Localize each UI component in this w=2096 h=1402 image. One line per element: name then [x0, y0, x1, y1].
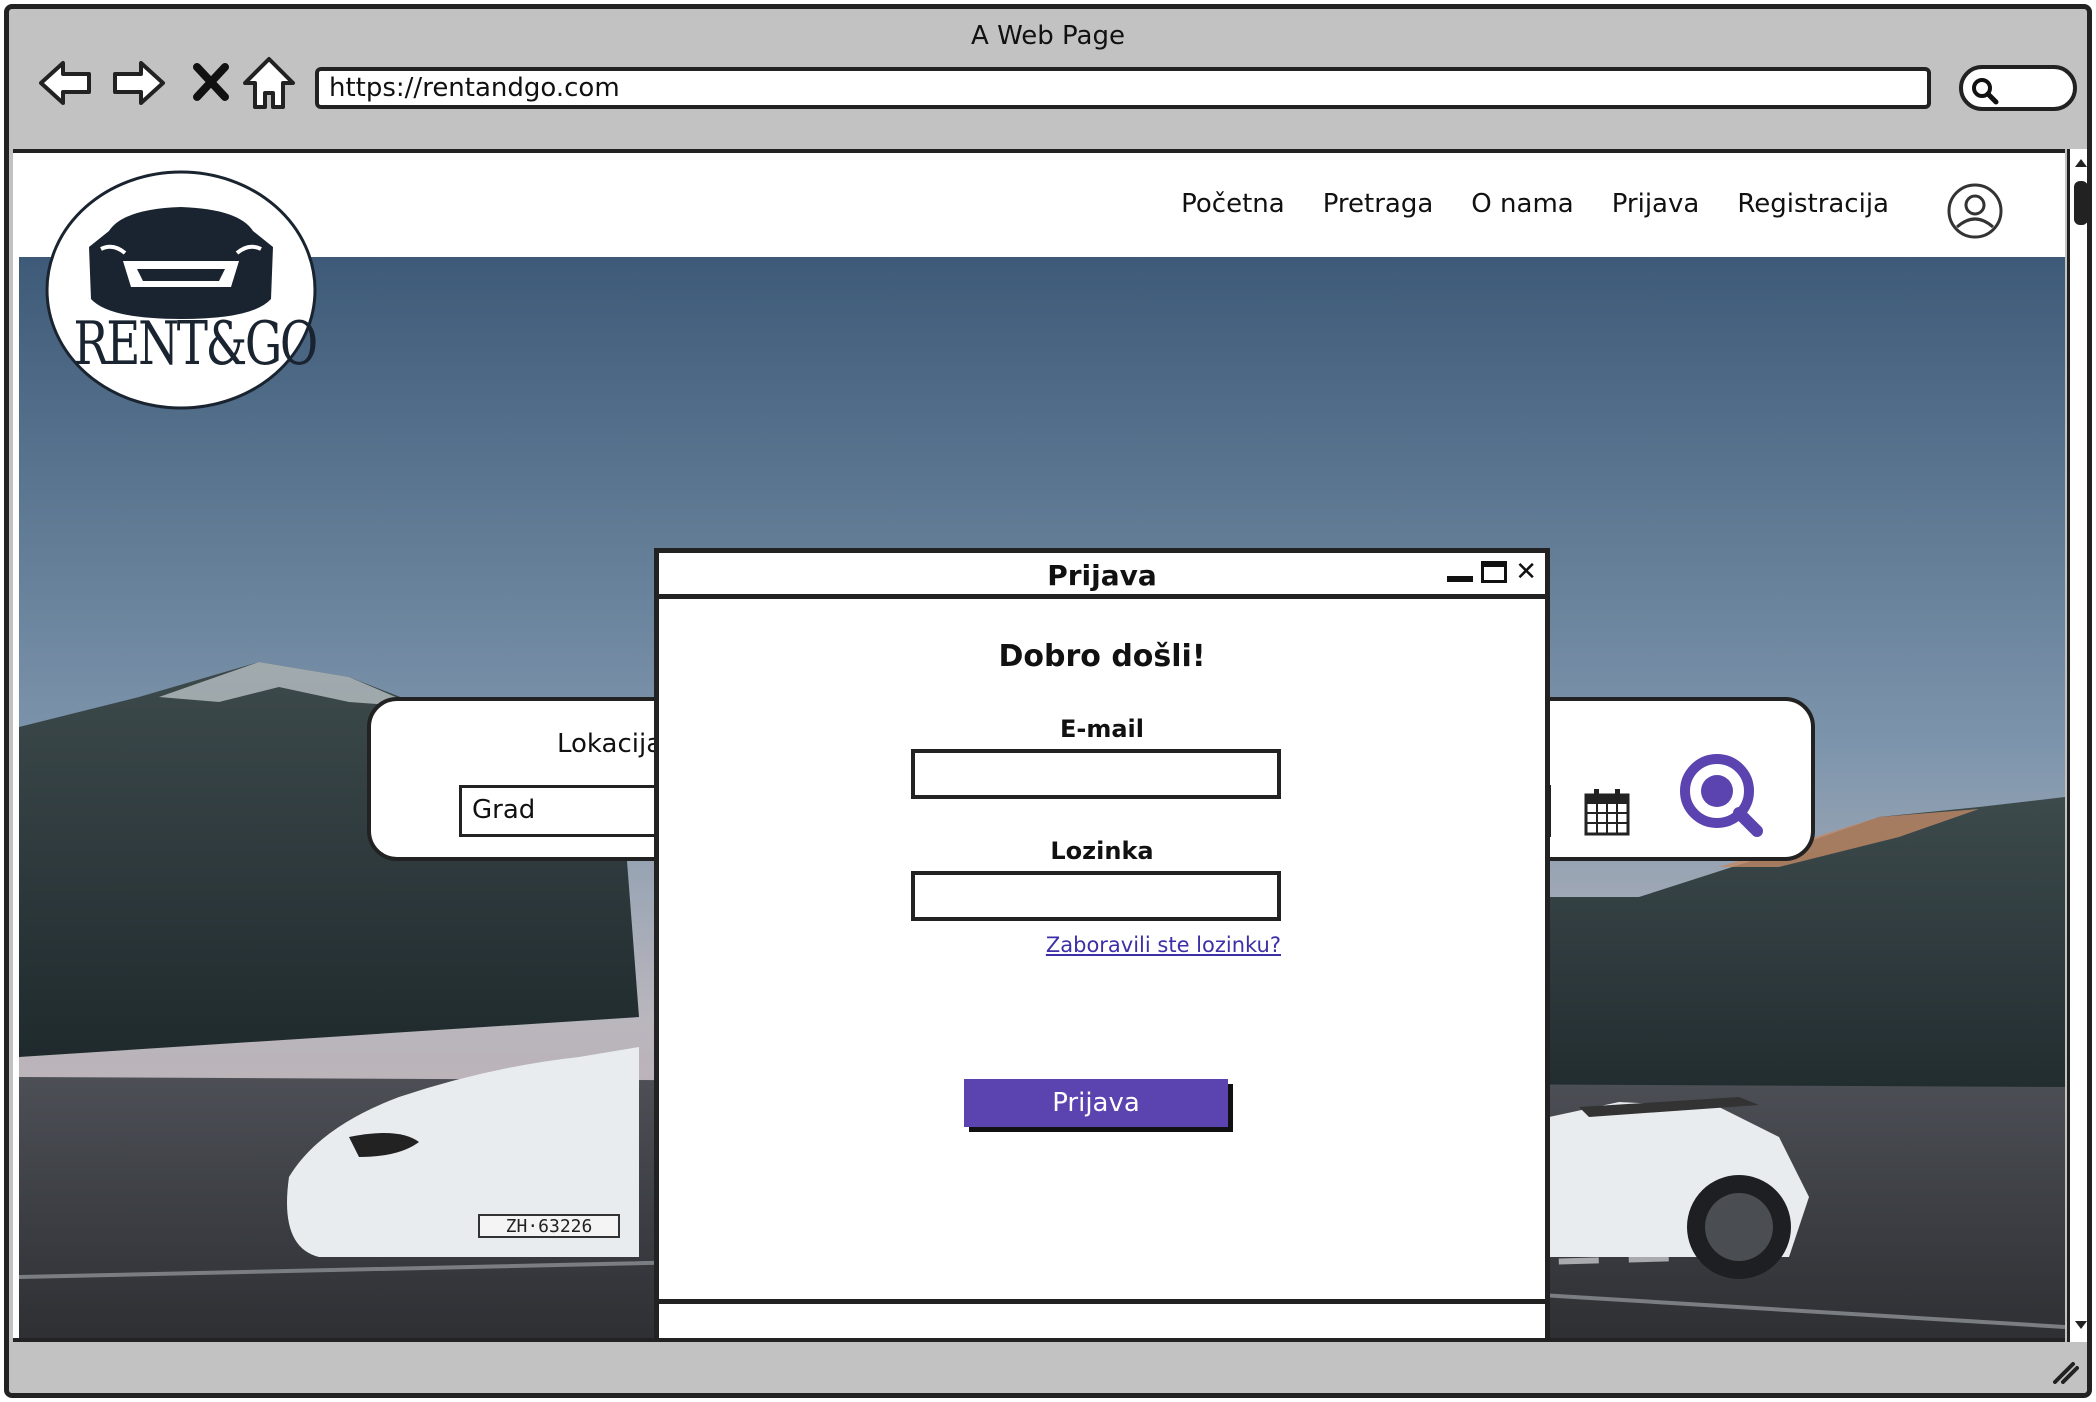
- login-submit-button[interactable]: Prijava: [964, 1079, 1228, 1127]
- close-icon[interactable]: ✕: [1515, 559, 1537, 585]
- scroll-up-icon[interactable]: [2073, 155, 2089, 171]
- back-arrow-icon[interactable]: [35, 53, 95, 113]
- address-bar[interactable]: https://rentandgo.com: [315, 67, 1931, 109]
- dialog-title: Prijava: [659, 553, 1545, 599]
- search-submit-icon[interactable]: [1677, 751, 1765, 839]
- nav-item-pocetna[interactable]: Početna: [1181, 189, 1285, 219]
- nav-item-prijava[interactable]: Prijava: [1612, 189, 1700, 219]
- scrollbar-thumb[interactable]: [2074, 181, 2087, 225]
- nav-item-o-nama[interactable]: O nama: [1471, 189, 1573, 219]
- email-label: E-mail: [1059, 715, 1144, 743]
- forgot-password-link[interactable]: Zaboravili ste lozinku?: [659, 933, 1281, 957]
- main-navigation: Početna Pretraga O nama Prijava Registra…: [1181, 189, 1889, 219]
- browser-window: A Web Page https://rentandgo.com ZH·6322…: [4, 4, 2092, 1398]
- search-icon: [1972, 78, 1999, 105]
- email-field[interactable]: [911, 749, 1281, 799]
- location-label: Lokacija: [557, 729, 663, 759]
- resize-grip-icon[interactable]: [2049, 1358, 2079, 1384]
- page-viewport: ZH·63226 RENT&GO Početna Pretraga O nama…: [13, 149, 2065, 1342]
- minimize-icon[interactable]: [1447, 576, 1474, 582]
- login-dialog: Prijava ✕ Dobro došli! E-mail Lozinka Za…: [654, 548, 1550, 1338]
- window-title: A Web Page: [971, 21, 1125, 51]
- status-bar: [9, 1346, 2087, 1393]
- nav-item-registracija[interactable]: Registracija: [1737, 189, 1889, 219]
- password-label: Lozinka: [1050, 837, 1154, 865]
- browser-search-box[interactable]: [1959, 65, 2077, 111]
- logo-text: RENT&GO: [73, 309, 318, 379]
- window-controls: ✕: [1447, 559, 1537, 585]
- stop-icon[interactable]: [181, 53, 241, 113]
- home-icon[interactable]: [239, 53, 299, 113]
- user-account-icon[interactable]: [1945, 181, 2005, 241]
- maximize-icon[interactable]: [1481, 561, 1508, 583]
- forward-arrow-icon[interactable]: [109, 53, 169, 113]
- calendar-icon[interactable]: [1583, 787, 1631, 837]
- svg-text:ZH·63226: ZH·63226: [506, 1216, 593, 1237]
- scroll-down-icon[interactable]: [2073, 1317, 2089, 1333]
- nav-item-pretraga[interactable]: Pretraga: [1323, 189, 1434, 219]
- dialog-footer: [659, 1299, 1545, 1338]
- password-field[interactable]: [911, 871, 1281, 921]
- welcome-heading: Dobro došli!: [998, 639, 1206, 674]
- rent-and-go-logo[interactable]: RENT&GO: [43, 169, 319, 411]
- vertical-scrollbar[interactable]: [2067, 149, 2089, 1342]
